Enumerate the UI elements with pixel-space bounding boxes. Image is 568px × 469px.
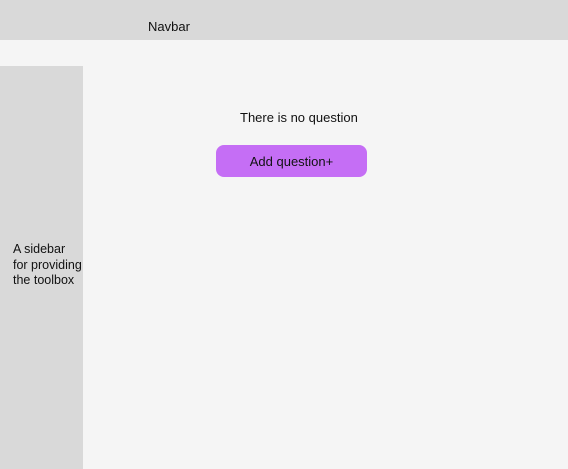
page: Navbar A sidebar for providing the toolb… — [0, 0, 568, 469]
navbar-label: Navbar — [148, 19, 190, 34]
sidebar: A sidebar for providing the toolbox — [0, 66, 83, 469]
empty-state-message: There is no question — [240, 110, 358, 125]
sidebar-description: A sidebar for providing the toolbox — [13, 242, 82, 287]
add-question-button[interactable]: Add question+ — [216, 145, 367, 177]
navbar: Navbar — [0, 0, 568, 40]
